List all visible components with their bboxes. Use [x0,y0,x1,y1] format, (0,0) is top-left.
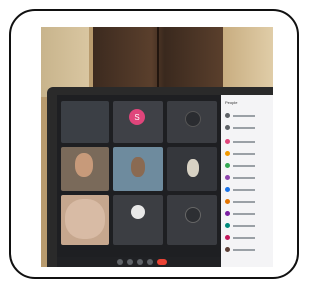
camera-button[interactable] [127,259,133,265]
participant-row[interactable] [225,125,271,131]
participant-tile[interactable] [167,195,217,245]
avatar: S [129,109,145,125]
participant-row[interactable] [225,139,271,145]
avatar [185,111,201,127]
participant-tile[interactable] [167,101,217,143]
photo: S People [41,27,273,267]
rounded-frame: S People [9,9,299,279]
more-button[interactable] [147,259,153,265]
face [75,153,93,177]
participant-row[interactable] [225,199,271,205]
participant-tile[interactable] [113,147,163,191]
participant-tile[interactable] [167,147,217,191]
face [187,159,199,177]
panel-title: People [225,100,238,105]
end-call-button[interactable] [157,259,167,265]
participant-row[interactable] [225,175,271,181]
participant-row[interactable] [225,163,271,169]
face [131,157,145,177]
avatar-letter: S [134,112,140,122]
participant-tile[interactable] [61,147,109,191]
avatar [131,205,145,219]
avatar [185,207,201,223]
participant-tile[interactable]: S [113,101,163,143]
face [65,199,105,239]
present-button[interactable] [137,259,143,265]
participant-tile[interactable] [61,101,109,143]
participant-row[interactable] [225,187,271,193]
door-split [157,27,159,89]
participant-row[interactable] [225,113,271,119]
participant-row[interactable] [225,235,271,241]
mic-button[interactable] [117,259,123,265]
participant-row[interactable] [225,247,271,253]
participant-row[interactable] [225,223,271,229]
call-toolbar [57,257,221,267]
participant-row[interactable] [225,151,271,157]
people-panel: People [221,95,273,267]
participant-tile[interactable] [61,195,109,245]
participant-row[interactable] [225,211,271,217]
participant-tile[interactable] [113,195,163,245]
video-call-screen: S People [57,95,273,267]
